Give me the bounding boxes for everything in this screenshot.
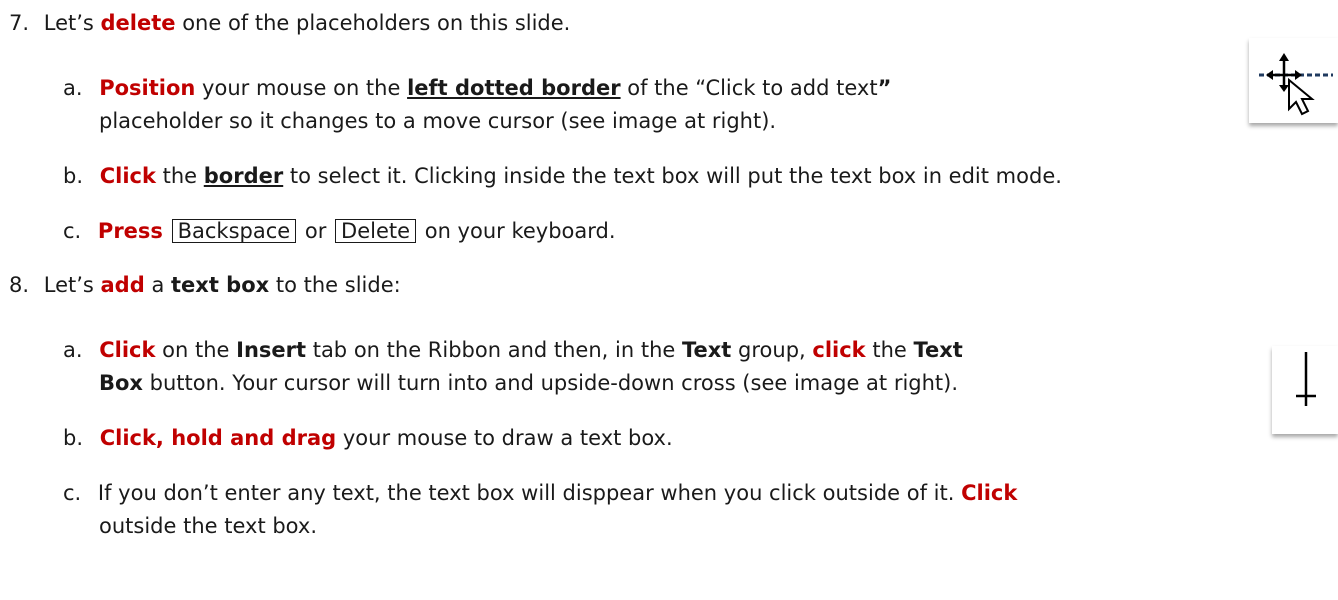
backspace-key: Backspace	[171, 219, 297, 243]
text: Let’s	[43, 273, 101, 297]
keyword: add	[100, 273, 145, 297]
keyword: Click	[99, 164, 156, 188]
text: or	[298, 219, 334, 243]
text: tab on the Ribbon and then, in the	[306, 338, 682, 362]
text: Let’s	[43, 11, 101, 35]
step-8c-line-1: c. If you don’t enter any text, the text…	[63, 480, 1017, 506]
text-box-cursor-icon	[1296, 352, 1316, 406]
quote-mark: ”	[877, 76, 892, 100]
step-7-heading: 7. Let’s delete one of the placeholders …	[9, 10, 570, 36]
step-number: 8.	[9, 273, 30, 297]
step-8a-line-2: Box button. Your cursor will turn into a…	[99, 370, 958, 396]
sub-label: a.	[63, 338, 83, 362]
step-7c: c. Press Backspace or Delete on your key…	[63, 218, 616, 244]
keyword: click	[812, 338, 866, 362]
emphasis: border	[203, 164, 284, 188]
emphasis: Text	[913, 338, 963, 362]
text: your mouse on the	[195, 76, 408, 100]
keyword: Position	[99, 76, 196, 100]
text: to the slide:	[269, 273, 401, 297]
step-7b: b. Click the border to select it. Clicki…	[63, 163, 1062, 189]
text: the	[155, 164, 204, 188]
text: on the	[155, 338, 237, 362]
sub-label: c.	[63, 219, 82, 243]
text: on your keyboard.	[418, 219, 616, 243]
step-8b: b. Click, hold and drag your mouse to dr…	[63, 425, 673, 451]
sub-label: c.	[63, 481, 82, 505]
text: button. Your cursor will turn into and u…	[142, 371, 959, 395]
emphasis: Text	[681, 338, 732, 362]
text: of the “Click to add text	[620, 76, 878, 100]
text: the	[865, 338, 914, 362]
step-8a-line-1: a. Click on the Insert tab on the Ribbon…	[63, 337, 963, 363]
keyword: Press	[97, 219, 163, 243]
sub-label: b.	[63, 164, 84, 188]
delete-key: Delete	[335, 219, 417, 243]
sub-label: a.	[63, 76, 83, 100]
keyword: delete	[100, 11, 176, 35]
text: to select it. Clicking inside the text b…	[283, 164, 1062, 188]
step-7a-line-2: placeholder so it changes to a move curs…	[99, 109, 777, 133]
emphasis: text box	[171, 273, 270, 297]
keyword: Click	[961, 481, 1018, 505]
text: a	[144, 273, 171, 297]
step-8-heading: 8. Let’s add a text box to the slide:	[9, 272, 401, 298]
text-cursor-thumbnail	[1272, 346, 1338, 434]
text: one of the placeholders on this slide.	[175, 11, 571, 35]
sub-label: b.	[63, 426, 84, 450]
text: group,	[731, 338, 813, 362]
keyword: Click, hold and drag	[99, 426, 337, 450]
step-8c-line-2: outside the text box.	[99, 514, 317, 538]
move-cursor-icon	[1259, 53, 1333, 116]
text: your mouse to draw a text box.	[336, 426, 673, 450]
text: If you don’t enter any text, the text bo…	[97, 481, 962, 505]
step-7a-line-1: a. Position your mouse on the left dotte…	[63, 75, 891, 101]
emphasis: left dotted border	[407, 76, 621, 100]
keyword: Click	[99, 338, 156, 362]
emphasis: Insert	[236, 338, 307, 362]
move-cursor-thumbnail	[1249, 38, 1338, 123]
emphasis: Box	[99, 371, 143, 395]
step-number: 7.	[9, 11, 30, 35]
